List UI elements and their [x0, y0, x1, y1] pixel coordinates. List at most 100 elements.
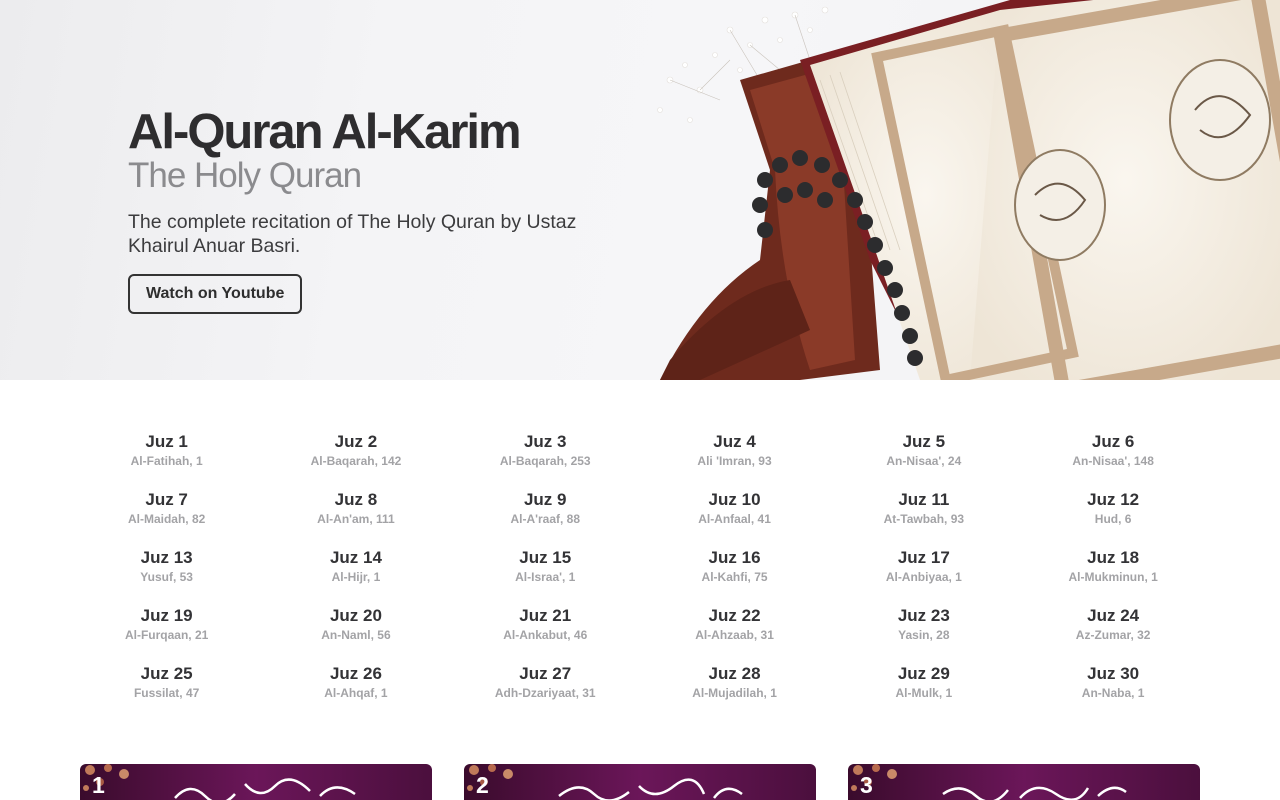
calligraphy-image	[558, 778, 743, 800]
juz-start: Al-Israa', 1	[515, 570, 576, 584]
page-title: Al-Quran Al-Karim	[128, 105, 522, 159]
juz-item-19[interactable]: Juz 19 Al-Furqaan, 21	[72, 606, 261, 649]
card-number: 2	[476, 772, 489, 798]
juz-start: Al-Ahzaab, 31	[695, 628, 774, 642]
juz-item-12[interactable]: Juz 12 Hud, 6	[1018, 490, 1207, 533]
juz-name: Juz 7	[145, 490, 188, 509]
juz-start: Al-Maidah, 82	[127, 512, 206, 526]
juz-item-13[interactable]: Juz 13 Yusuf, 53	[72, 548, 261, 591]
juz-start: Al-An'am, 111	[317, 512, 395, 526]
juz-item-2[interactable]: Juz 2 Al-Baqarah, 142	[261, 432, 450, 475]
juz-item-16[interactable]: Juz 16 Al-Kahfi, 75	[640, 548, 829, 591]
juz-item-5[interactable]: Juz 5 An-Nisaa', 24	[829, 432, 1018, 475]
floral-ornament-icon	[467, 764, 513, 791]
juz-name: Juz 4	[713, 432, 756, 451]
juz-item-20[interactable]: Juz 20 An-Naml, 56	[261, 606, 450, 649]
juz-start: Al-Baqarah, 253	[499, 454, 591, 468]
juz-start: Al-Kahfi, 75	[701, 570, 768, 584]
calligraphy-image	[942, 786, 1127, 800]
juz-name: Juz 13	[140, 548, 193, 567]
juz-item-25[interactable]: Juz 25 Fussilat, 47	[72, 664, 261, 707]
juz-start: Yusuf, 53	[140, 570, 193, 584]
juz-start: Al-Fatihah, 1	[130, 454, 203, 468]
juz-name: Juz 18	[1087, 548, 1140, 567]
juz-name: Juz 15	[519, 548, 572, 567]
juz-item-4[interactable]: Juz 4 Ali 'Imran, 93	[640, 432, 829, 475]
juz-start: Al-Baqarah, 142	[310, 454, 402, 468]
juz-start: Yasin, 28	[898, 628, 950, 642]
calligraphy-image	[174, 778, 356, 800]
watch-on-youtube-button[interactable]: Watch on Youtube	[128, 274, 303, 314]
juz-item-6[interactable]: Juz 6 An-Nisaa', 148	[1018, 432, 1207, 475]
juz-item-14[interactable]: Juz 14 Al-Hijr, 1	[261, 548, 450, 591]
juz-start: An-Naba, 1	[1081, 686, 1145, 700]
juz-item-30[interactable]: Juz 30 An-Naba, 1	[1018, 664, 1207, 707]
juz-card-2[interactable]: 2	[464, 764, 816, 800]
juz-card-1[interactable]: 1	[80, 764, 432, 800]
juz-name: Juz 16	[708, 548, 761, 567]
juz-start: Al-Furqaan, 21	[124, 628, 209, 642]
juz-item-23[interactable]: Juz 23 Yasin, 28	[829, 606, 1018, 649]
hero-banner: Al-Quran Al-Karim The Holy Quran The com…	[0, 0, 1280, 380]
juz-start: Al-Mukminun, 1	[1068, 570, 1158, 584]
juz-start: Al-Hijr, 1	[331, 570, 381, 584]
juz-item-7[interactable]: Juz 7 Al-Maidah, 82	[72, 490, 261, 533]
juz-item-21[interactable]: Juz 21 Al-Ankabut, 46	[451, 606, 640, 649]
juz-name: Juz 24	[1087, 606, 1140, 625]
juz-name: Juz 23	[897, 606, 950, 625]
page-subtitle: The Holy Quran	[128, 156, 362, 195]
juz-item-18[interactable]: Juz 18 Al-Mukminun, 1	[1018, 548, 1207, 591]
juz-item-9[interactable]: Juz 9 Al-A'raaf, 88	[451, 490, 640, 533]
juz-start: An-Nisaa', 24	[886, 454, 962, 468]
juz-item-15[interactable]: Juz 15 Al-Israa', 1	[451, 548, 640, 591]
juz-name: Juz 28	[708, 664, 761, 683]
juz-name: Juz 19	[140, 606, 193, 625]
juz-name: Juz 27	[519, 664, 572, 683]
juz-start: Ali 'Imran, 93	[697, 454, 772, 468]
juz-start: Az-Zumar, 32	[1075, 628, 1151, 642]
juz-name: Juz 9	[523, 490, 567, 509]
juz-start: Hud, 6	[1094, 512, 1132, 526]
juz-name: Juz 1	[145, 432, 188, 451]
floral-ornament-icon	[83, 764, 129, 791]
juz-start: Al-Mujadilah, 1	[692, 686, 777, 700]
card-number: 1	[92, 772, 105, 798]
juz-card-3[interactable]: 3	[848, 764, 1200, 800]
juz-start: At-Tawbah, 93	[883, 512, 965, 526]
juz-name: Juz 26	[329, 664, 382, 683]
juz-item-10[interactable]: Juz 10 Al-Anfaal, 41	[640, 490, 829, 533]
juz-name: Juz 12	[1087, 490, 1140, 509]
juz-name: Juz 10	[708, 490, 761, 509]
juz-start: Adh-Dzariyaat, 31	[494, 686, 596, 700]
juz-item-11[interactable]: Juz 11 At-Tawbah, 93	[829, 490, 1018, 533]
juz-start: An-Nisaa', 148	[1072, 454, 1154, 468]
juz-item-29[interactable]: Juz 29 Al-Mulk, 1	[829, 664, 1018, 707]
juz-name: Juz 6	[1091, 432, 1135, 451]
hero-text: Al-Quran Al-Karim The Holy Quran The com…	[128, 104, 648, 314]
juz-grid: Juz 1 Al-Fatihah, 1 Juz 2 Al-Baqarah, 142 …	[72, 432, 1208, 707]
juz-item-28[interactable]: Juz 28 Al-Mujadilah, 1	[640, 664, 829, 707]
juz-item-17[interactable]: Juz 17 Al-Anbiyaa, 1	[829, 548, 1018, 591]
juz-item-24[interactable]: Juz 24 Az-Zumar, 32	[1018, 606, 1207, 649]
juz-name: Juz 17	[897, 548, 950, 567]
juz-item-1[interactable]: Juz 1 Al-Fatihah, 1	[72, 432, 261, 475]
juz-item-27[interactable]: Juz 27 Adh-Dzariyaat, 31	[451, 664, 640, 707]
quran-book-image	[657, 0, 1280, 380]
juz-name: Juz 21	[519, 606, 572, 625]
juz-name: Juz 22	[708, 606, 761, 625]
juz-start: Al-Anbiyaa, 1	[885, 570, 962, 584]
juz-item-22[interactable]: Juz 22 Al-Ahzaab, 31	[640, 606, 829, 649]
card-number: 3	[860, 772, 873, 798]
juz-name: Juz 25	[140, 664, 193, 683]
juz-item-3[interactable]: Juz 3 Al-Baqarah, 253	[451, 432, 640, 475]
juz-name: Juz 5	[902, 432, 946, 451]
juz-start: An-Naml, 56	[321, 628, 391, 642]
juz-item-26[interactable]: Juz 26 Al-Ahqaf, 1	[261, 664, 450, 707]
juz-name: Juz 29	[897, 664, 950, 683]
juz-start: Al-A'raaf, 88	[510, 512, 581, 526]
juz-name: Juz 20	[329, 606, 382, 625]
juz-item-8[interactable]: Juz 8 Al-An'am, 111	[261, 490, 450, 533]
juz-start: Al-Ahqaf, 1	[324, 686, 388, 700]
floral-ornament-icon	[851, 764, 897, 791]
juz-name: Juz 3	[523, 432, 567, 451]
